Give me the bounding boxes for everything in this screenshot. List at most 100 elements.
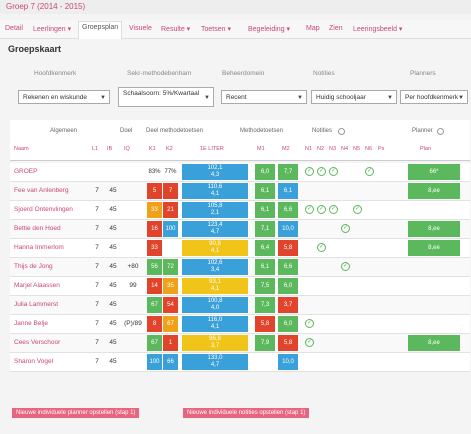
plan-badge[interactable]: 8,ee	[408, 221, 460, 237]
note-check-icon[interactable]: ✓	[305, 338, 314, 347]
note-check-icon[interactable]: ✓	[317, 243, 326, 252]
student-row[interactable]: Marjel Alaassen 7 45 99 14 35 93,1 4,1 7,5 6,0	[10, 277, 470, 296]
cell-ib: 45	[109, 244, 117, 251]
col-header-plan[interactable]: Plan	[420, 146, 431, 152]
new-planner-button[interactable]: Nieuwe individuele planner opstellen (st…	[12, 408, 140, 418]
col-header-iq[interactable]: IQ	[124, 146, 130, 152]
score-sub-value: 4,7	[210, 362, 220, 368]
col-header-n5[interactable]: N5	[353, 146, 360, 152]
col-header-liter[interactable]: 1E LITER	[200, 146, 224, 152]
student-name[interactable]: Sharon Vogel	[14, 353, 98, 371]
note-check-icon[interactable]: ✓	[305, 205, 314, 214]
student-name[interactable]: Cees Verschoor	[14, 334, 98, 352]
student-row[interactable]: Janne Belje 7 45 (P)/89 8 67 116,0 4,1 5,8 6,0 ✓	[10, 315, 470, 334]
student-row[interactable]: Fee van Anlenberg 7 45 5 7 110,6 4,1 6,1 6,1 8,ee	[10, 182, 470, 201]
cell-iq: 99	[129, 282, 137, 289]
student-name[interactable]: Sjoerd Ontenvlingen	[14, 201, 98, 219]
note-check-icon[interactable]: ✓	[341, 262, 350, 271]
cell-doel-2: 35	[163, 278, 178, 294]
cell-m1: 6,1	[255, 202, 275, 218]
cell-methode-score: 133,0 4,7	[182, 354, 248, 370]
student-name[interactable]: Thijs de Jong	[14, 258, 98, 276]
cell-methode-score: 102,1 4,3	[182, 164, 248, 180]
nav-map[interactable]: Map	[303, 23, 323, 34]
student-name[interactable]: Bettie den Hoed	[14, 220, 98, 238]
student-row[interactable]: Thijs de Jong 7 45 +80 56 72 102,6 3,4 6,1 6,6 ✓	[10, 258, 470, 277]
student-name[interactable]: Janne Belje	[14, 315, 98, 333]
cell-m2: 3,7	[278, 297, 298, 313]
dropdown-arrow-icon: ▼	[204, 95, 210, 101]
student-name[interactable]: Hanna Immerlom	[14, 239, 98, 257]
nav-detail[interactable]: Detail	[2, 23, 26, 34]
nav-resulte[interactable]: Resulte ▾	[158, 23, 193, 35]
plan-badge[interactable]: 8,ee	[408, 183, 460, 199]
col-header-naam[interactable]: Naam	[14, 146, 29, 152]
notities-select[interactable]: Huidig schooljaar ▼	[311, 90, 397, 104]
info-icon[interactable]	[338, 128, 345, 135]
col-header-n3[interactable]: N3	[329, 146, 336, 152]
student-name[interactable]: GROEP	[14, 163, 98, 181]
col-header-ib[interactable]: IB	[107, 146, 112, 152]
note-check-icon[interactable]: ✓	[305, 319, 314, 328]
cell-l1: 7	[95, 358, 99, 365]
nav-leeringsbeeld[interactable]: Leeringsbeeld ▾	[350, 23, 405, 35]
plan-badge[interactable]: 8,ee	[408, 240, 460, 256]
plan-badge[interactable]: 66*	[408, 164, 460, 180]
info-icon[interactable]	[437, 128, 444, 135]
nav-leerlingen[interactable]: Leerlingen ▾	[30, 23, 74, 35]
col-header-n2[interactable]: N2	[317, 146, 324, 152]
score-sub-value: 2,1	[210, 210, 220, 216]
cell-m2: 6,0	[278, 316, 298, 332]
col-header-k1[interactable]: K1	[149, 146, 156, 152]
beheerdomein-select[interactable]: Recent ▼	[221, 90, 307, 104]
cell-m2: 10,0	[278, 221, 298, 237]
note-check-icon[interactable]: ✓	[329, 205, 338, 214]
score-sub-value: 4,1	[210, 248, 220, 254]
nav-zien[interactable]: Zien	[326, 23, 346, 34]
note-check-icon[interactable]: ✓	[365, 167, 374, 176]
cell-doel-2: 77%	[164, 169, 177, 175]
new-notities-button[interactable]: Nieuwe individuele notities opstellen (s…	[183, 408, 310, 418]
cell-methode-score: 90,8 4,1	[182, 240, 248, 256]
student-row[interactable]: Sharon Vogel 7 45 100 66 133,0 4,7 10,0	[10, 353, 470, 372]
group-summary-row[interactable]: GROEP 83% 77% 102,1 4,3 6,0 7,7 ✓ ✓ ✓ ✓ 66*	[10, 163, 470, 182]
nav-toetsen[interactable]: Toetsen ▾	[198, 23, 234, 35]
note-check-icon[interactable]: ✓	[317, 167, 326, 176]
note-check-icon[interactable]: ✓	[329, 167, 338, 176]
nav-begeleiding[interactable]: Begeleiding ▾	[245, 23, 293, 35]
score-value: 100,8	[207, 298, 223, 304]
col-header-ps[interactable]: Ps	[378, 146, 384, 152]
student-row[interactable]: Sjoerd Ontenvlingen 7 45 33 21 105,8 2,1 6,1 6,6…	[10, 201, 470, 220]
student-row[interactable]: Julia Lammerst 7 45 67 54 100,8 4,0 7,3 3,7	[10, 296, 470, 315]
plan-badge[interactable]: 8,ee	[408, 335, 460, 351]
dropdown-arrow-icon: ▼	[458, 95, 464, 101]
planners-select[interactable]: Per hoofdkenmerk ▼	[400, 90, 468, 104]
note-check-icon[interactable]: ✓	[317, 205, 326, 214]
note-check-icon[interactable]: ✓	[341, 224, 350, 233]
col-header-n4[interactable]: N4	[341, 146, 348, 152]
nav-visuele[interactable]: Visuele	[126, 23, 155, 34]
main-navigation: Detail Leerlingen ▾ Groepsplan Visuele R…	[0, 20, 471, 39]
col-header-n1[interactable]: N1	[305, 146, 312, 152]
note-check-icon[interactable]: ✓	[353, 205, 362, 214]
col-header-n6[interactable]: N6	[365, 146, 372, 152]
col-header-m1[interactable]: M1	[257, 146, 265, 152]
student-row[interactable]: Bettie den Hoed 7 45 16 100 123,4 4,7 7,1 10,0 ✓ 8…	[10, 220, 470, 239]
beheerdomein-value: Recent	[226, 94, 247, 101]
cell-m1: 6,0	[255, 164, 275, 180]
student-name[interactable]: Fee van Anlenberg	[14, 182, 98, 200]
hoofdkenmerk-select[interactable]: Rekenen en wiskunde ▼	[18, 90, 110, 104]
student-row[interactable]: Cees Verschoor 7 45 67 1 96,8 3,7 7,9 5,8 ✓ 8,ee	[10, 334, 470, 353]
col-header-m2[interactable]: M2	[282, 146, 290, 152]
student-name[interactable]: Julia Lammerst	[14, 296, 98, 314]
col-header-l1[interactable]: L1	[92, 146, 98, 152]
cell-doel-1: 14	[147, 278, 162, 294]
note-check-icon[interactable]: ✓	[305, 167, 314, 176]
window-title-bar: Groep 7 (2014 - 2015)	[0, 0, 471, 14]
nav-groepsplan[interactable]: Groepsplan	[78, 21, 123, 39]
student-row[interactable]: Hanna Immerlom 7 45 33 90,8 4,1 6,4 5,8 ✓ 8,ee	[10, 239, 470, 258]
student-name[interactable]: Marjel Alaassen	[14, 277, 98, 295]
methode-select[interactable]: Schaalsoorn: 5%/Kwartaal ▼	[118, 87, 214, 107]
col-header-k2[interactable]: K2	[166, 146, 173, 152]
cell-ib: 45	[109, 225, 117, 232]
